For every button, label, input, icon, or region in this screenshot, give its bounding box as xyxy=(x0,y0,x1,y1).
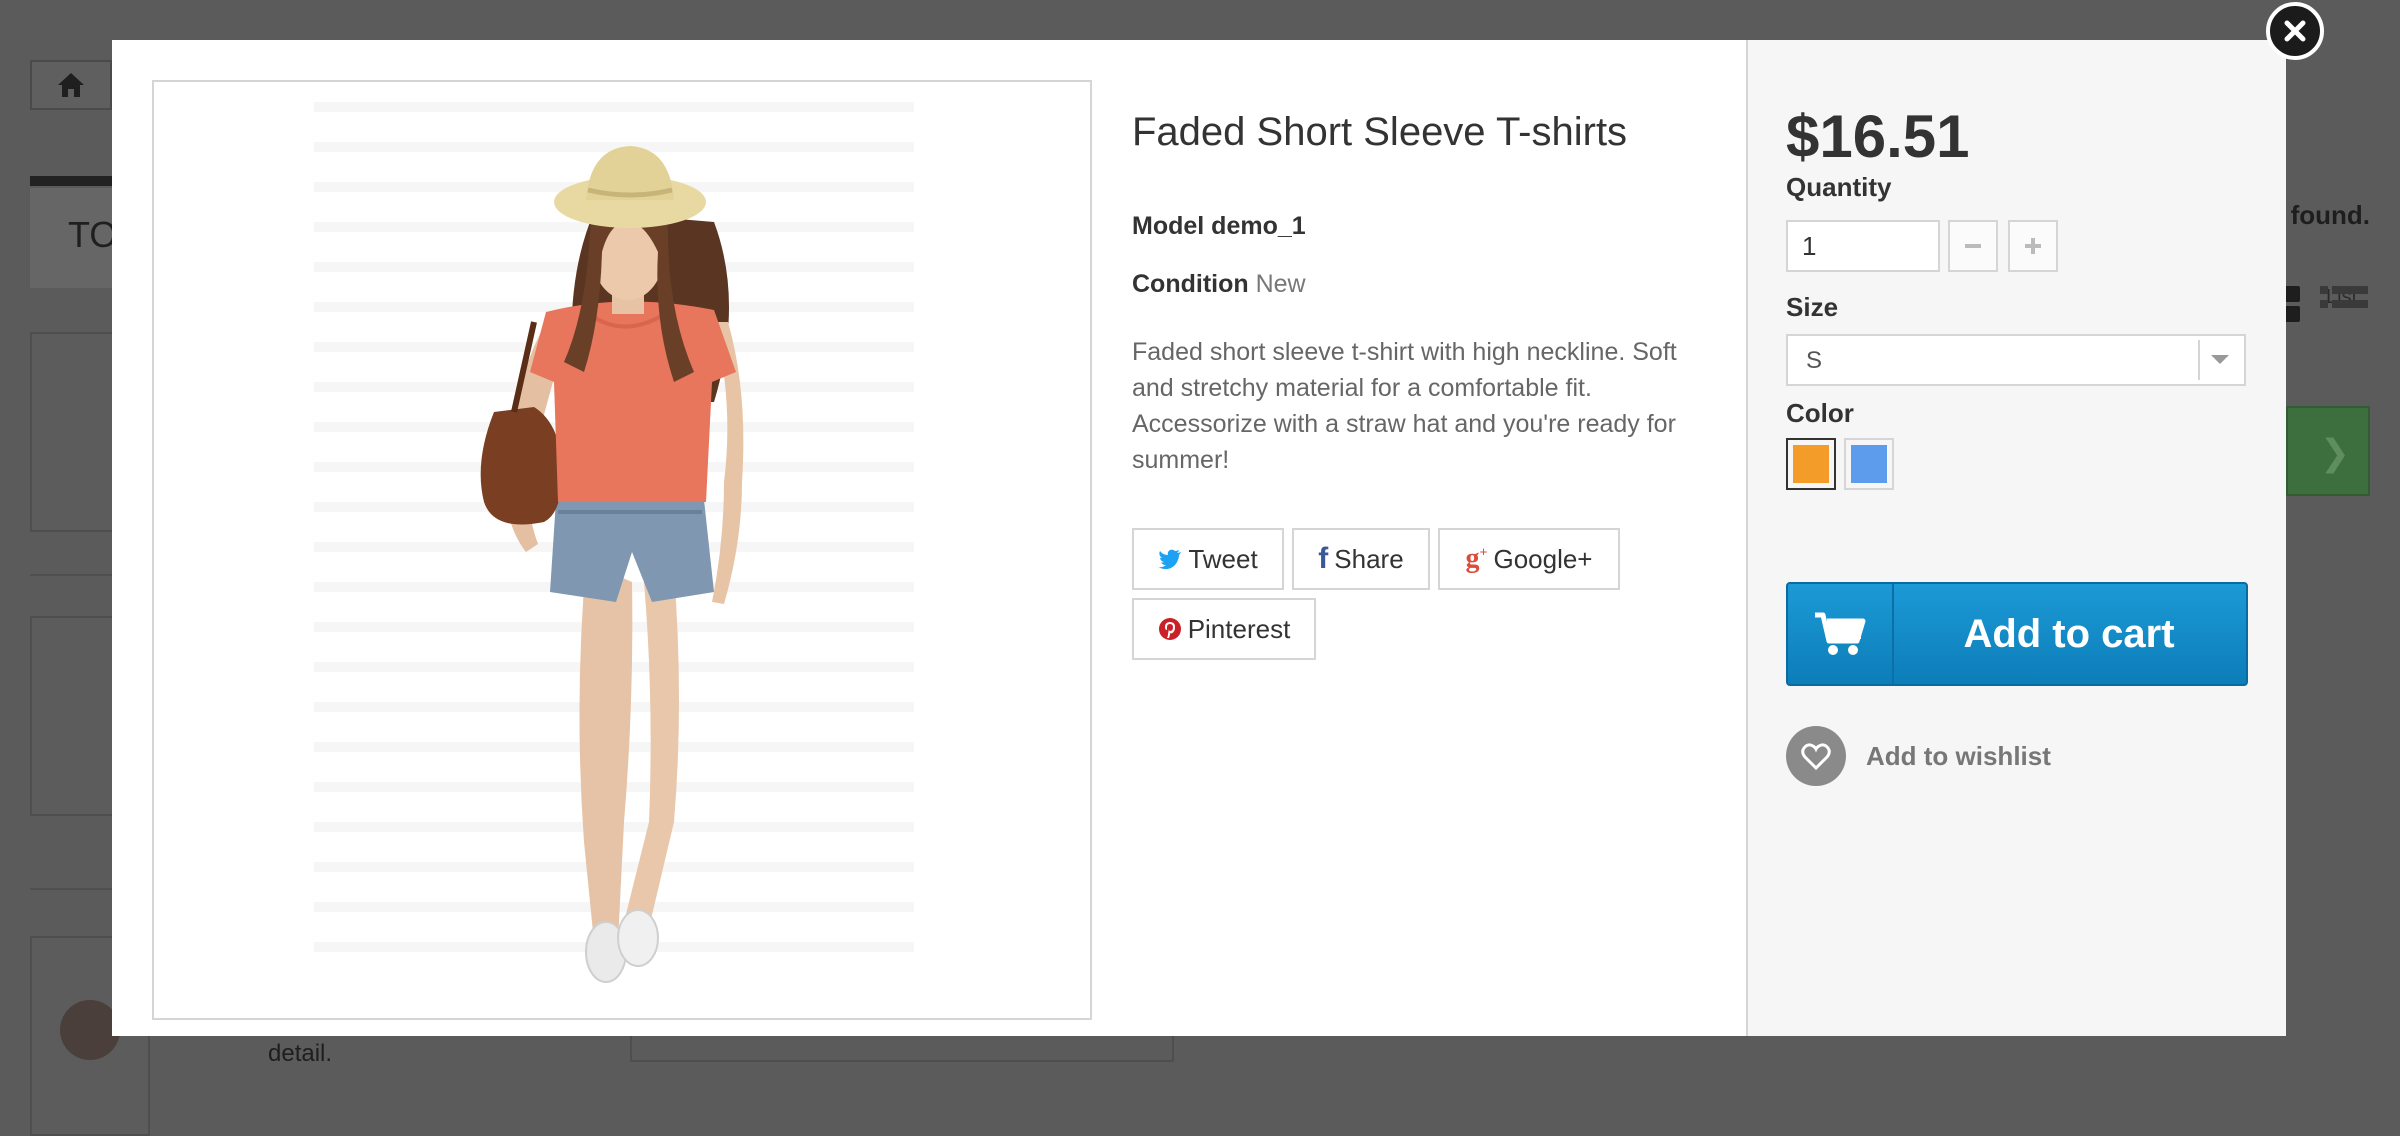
color-swatch-orange[interactable] xyxy=(1786,438,1836,490)
list-view-icon[interactable] xyxy=(2320,284,2368,324)
chevron-down-icon xyxy=(2198,340,2240,380)
product-condition: Condition New xyxy=(1132,270,1306,299)
close-modal-button[interactable] xyxy=(2266,2,2324,60)
facebook-icon: f xyxy=(1318,542,1329,575)
pinterest-icon xyxy=(1158,618,1181,640)
model-label: Model xyxy=(1132,212,1205,240)
product-image[interactable] xyxy=(152,80,1092,1020)
googleplus-label: Google+ xyxy=(1493,543,1593,574)
add-to-wishlist-link[interactable]: Add to wishlist xyxy=(1786,726,2051,786)
background-product-thumbnail xyxy=(60,1000,120,1060)
googleplus-icon: g+ xyxy=(1465,543,1488,574)
size-value: S xyxy=(1806,347,1823,374)
category-heading: TO xyxy=(68,214,118,255)
shopping-cart-icon xyxy=(1815,612,1866,655)
add-to-cart-label: Add to cart xyxy=(1963,611,2175,656)
purchase-panel: $16.51 Quantity Size S Color xyxy=(1746,40,2286,1036)
share-label: Share xyxy=(1334,543,1404,574)
heart-icon xyxy=(1786,726,1846,786)
product-photo xyxy=(314,102,914,983)
product-price: $16.51 xyxy=(1786,103,1970,170)
quantity-decrease-button[interactable] xyxy=(1948,220,1998,272)
add-to-wishlist-label: Add to wishlist xyxy=(1866,740,2051,771)
minus-icon xyxy=(1965,244,1981,248)
home-icon xyxy=(58,73,84,97)
home-button[interactable] xyxy=(30,60,112,110)
cart-icon-area xyxy=(1788,584,1894,684)
condition-label: Condition xyxy=(1132,270,1249,298)
background-detail-text: detail. xyxy=(268,1040,333,1067)
facebook-share-button[interactable]: f Share xyxy=(1292,528,1430,590)
product-title: Faded Short Sleeve T-shirts xyxy=(1132,110,1628,154)
color-fill xyxy=(1793,445,1829,483)
close-icon xyxy=(2284,20,2306,42)
quantity-label: Quantity xyxy=(1786,172,1892,202)
model-value: demo_1 xyxy=(1211,212,1306,240)
googleplus-button[interactable]: g+ Google+ xyxy=(1438,528,1620,590)
color-label: Color xyxy=(1786,398,1854,428)
color-swatch-blue[interactable] xyxy=(1844,438,1894,490)
quantity-increase-button[interactable] xyxy=(2008,220,2058,272)
condition-value: New xyxy=(1255,270,1306,298)
tweet-label: Tweet xyxy=(1188,543,1258,574)
product-description: Faded short sleeve t-shirt with high nec… xyxy=(1132,338,1677,474)
quick-view-modal: Faded Short Sleeve T-shirts Model demo_1… xyxy=(112,40,2286,1036)
color-fill xyxy=(1851,445,1887,483)
plus-icon xyxy=(2025,238,2041,254)
product-model: Model demo_1 xyxy=(1132,212,1306,241)
chevron-right-icon: ❯ xyxy=(2319,432,2350,473)
tweet-button[interactable]: Tweet xyxy=(1132,528,1284,590)
proceed-button-background[interactable]: ❯ xyxy=(2286,406,2370,496)
size-select[interactable]: S xyxy=(1786,334,2246,386)
size-label: Size xyxy=(1786,292,1839,322)
add-to-cart-button[interactable]: Add to cart xyxy=(1786,582,2248,686)
pinterest-button[interactable]: Pinterest xyxy=(1132,598,1316,660)
twitter-icon xyxy=(1158,549,1182,569)
pinterest-label: Pinterest xyxy=(1187,613,1291,644)
results-count-text: found. xyxy=(2290,200,2370,230)
quantity-input[interactable] xyxy=(1786,220,1940,272)
